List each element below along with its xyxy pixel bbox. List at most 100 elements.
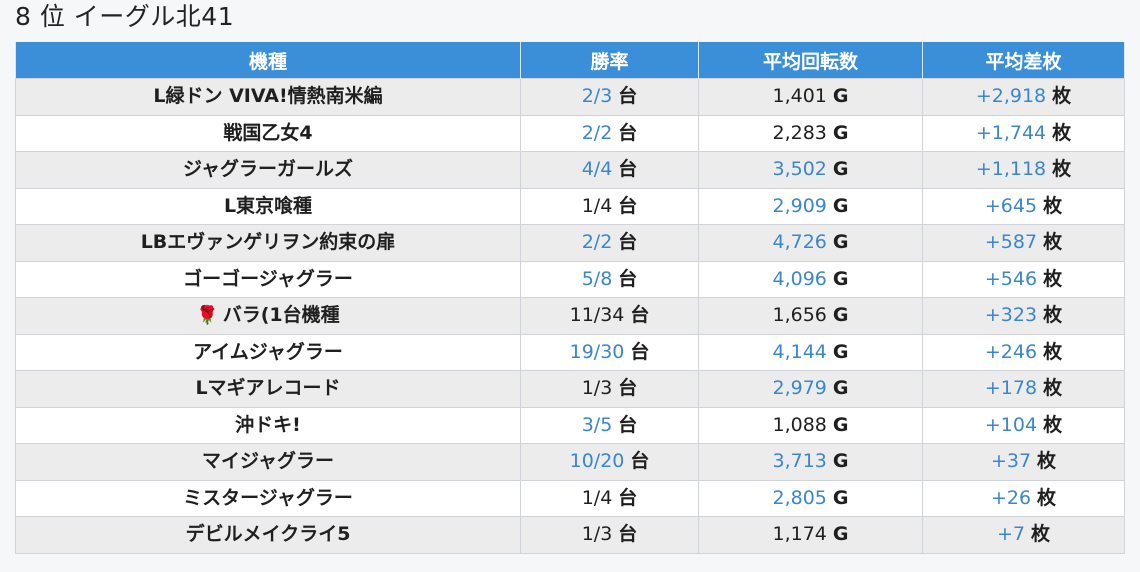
table-row: ゴーゴージャグラー 5/8 台 4,096 G +546 枚 — [15, 260, 1125, 298]
avg-spins-cell: 1,401 G — [698, 78, 923, 116]
table-row: ミスタージャグラー 1/4 台 2,805 G +26 枚 — [15, 479, 1125, 517]
machine-cell: LBエヴァンゲリヲン約束の扉 — [15, 224, 521, 262]
avg-diff-unit: 枚 — [1052, 121, 1072, 144]
machine-name: ゴーゴージャグラー — [183, 267, 353, 290]
avg-spins-cell: 4,726 G — [698, 224, 923, 262]
win-rate-cell: 4/4 台 — [520, 151, 699, 189]
win-rate-value[interactable]: 2/2 — [582, 231, 613, 253]
win-rate-cell: 1/4 台 — [520, 187, 699, 225]
avg-diff-value[interactable]: +587 — [985, 231, 1037, 253]
avg-spins-cell: 4,144 G — [698, 333, 923, 371]
win-rate-cell: 2/2 台 — [520, 224, 699, 262]
win-rate-value[interactable]: 19/30 — [570, 341, 625, 363]
avg-diff-cell: +323 枚 — [922, 297, 1125, 335]
avg-diff-unit: 枚 — [1037, 486, 1057, 509]
machine-cell: L東京喰種 — [15, 187, 521, 225]
avg-diff-unit: 枚 — [1052, 85, 1072, 108]
avg-diff-unit: 枚 — [1043, 340, 1063, 363]
table-row: ジャグラーガールズ 4/4 台 3,502 G +1,118 枚 — [15, 151, 1125, 189]
machine-name: マイジャグラー — [201, 450, 335, 473]
avg-spins-value[interactable]: 4,726 — [772, 231, 826, 253]
avg-diff-unit: 枚 — [1043, 194, 1063, 217]
win-rate-value: 1/4 — [581, 486, 613, 509]
avg-spins-value: 1,174 — [772, 523, 827, 546]
avg-spins-value[interactable]: 4,096 — [772, 268, 826, 290]
avg-diff-cell: +178 枚 — [922, 370, 1125, 408]
avg-spins-unit: G — [832, 304, 849, 327]
machine-name: バラ(1台機種 — [222, 304, 340, 327]
avg-diff-value[interactable]: +178 — [985, 377, 1037, 399]
machine-name: Lマギアレコード — [195, 377, 341, 400]
win-rate-cell: 1/4 台 — [520, 479, 699, 517]
table-row: LBエヴァンゲリヲン約束の扉 2/2 台 4,726 G +587 枚 — [15, 224, 1125, 262]
avg-diff-value[interactable]: +104 — [985, 414, 1037, 436]
avg-diff-value[interactable]: +1,744 — [976, 122, 1046, 144]
machine-name: デビルメイクライ5 — [185, 523, 351, 546]
win-rate-unit: 台 — [618, 158, 638, 181]
avg-spins-unit: G — [832, 450, 849, 473]
avg-diff-value[interactable]: +2,918 — [976, 85, 1046, 107]
avg-spins-cell: 4,096 G — [698, 260, 923, 298]
avg-diff-unit: 枚 — [1043, 231, 1063, 254]
avg-spins-value: 2,283 — [772, 121, 827, 144]
avg-spins-unit: G — [832, 158, 849, 181]
avg-diff-unit: 枚 — [1031, 523, 1051, 546]
win-rate-value[interactable]: 5/8 — [582, 268, 613, 290]
win-rate-value[interactable]: 2/3 — [582, 85, 613, 107]
avg-spins-value: 1,656 — [772, 304, 827, 327]
avg-spins-cell: 1,656 G — [698, 297, 923, 335]
avg-diff-value[interactable]: +26 — [991, 487, 1031, 509]
table-row: Lマギアレコード 1/3 台 2,979 G +178 枚 — [15, 370, 1125, 408]
header-avg-diff: 平均差枚 — [922, 42, 1125, 79]
win-rate-cell: 5/8 台 — [520, 260, 699, 298]
avg-diff-value[interactable]: +546 — [985, 268, 1037, 290]
avg-spins-value[interactable]: 2,979 — [772, 377, 826, 399]
avg-spins-cell: 1,174 G — [698, 516, 923, 554]
win-rate-value[interactable]: 4/4 — [582, 158, 613, 180]
machine-cell: デビルメイクライ5 — [15, 516, 521, 554]
avg-spins-unit: G — [832, 194, 849, 217]
avg-spins-unit: G — [832, 377, 849, 400]
win-rate-cell: 3/5 台 — [520, 406, 699, 444]
win-rate-unit: 台 — [618, 267, 638, 290]
avg-diff-value[interactable]: +645 — [985, 195, 1037, 217]
machine-cell: L緑ドン VIVA!情熱南米編 — [15, 78, 521, 116]
machine-name: LBエヴァンゲリヲン約束の扉 — [140, 231, 396, 254]
avg-spins-value[interactable]: 3,713 — [772, 450, 826, 472]
ranking-table-container: 機種 勝率 平均回転数 平均差枚 L緑ドン VIVA!情熱南米編 2/3 台 1,… — [15, 42, 1125, 554]
win-rate-cell: 11/34 台 — [520, 297, 699, 335]
header-win-rate: 勝率 — [520, 42, 699, 79]
machine-name: ジャグラーガールズ — [182, 158, 354, 181]
win-rate-value[interactable]: 10/20 — [570, 450, 625, 472]
avg-spins-value[interactable]: 2,909 — [772, 195, 826, 217]
avg-spins-value[interactable]: 2,805 — [772, 487, 826, 509]
avg-spins-value[interactable]: 4,144 — [772, 341, 826, 363]
win-rate-unit: 台 — [618, 121, 638, 144]
avg-diff-cell: +1,118 枚 — [922, 151, 1125, 189]
avg-diff-value[interactable]: +323 — [985, 304, 1037, 326]
table-body: L緑ドン VIVA!情熱南米編 2/3 台 1,401 G +2,918 枚 戦国乙女… — [15, 78, 1125, 554]
avg-spins-value: 1,401 — [772, 85, 827, 108]
win-rate-unit: 台 — [618, 85, 638, 108]
avg-diff-cell: +645 枚 — [922, 187, 1125, 225]
avg-spins-unit: G — [832, 85, 849, 108]
avg-spins-value[interactable]: 3,502 — [772, 158, 826, 180]
avg-spins-unit: G — [832, 523, 849, 546]
win-rate-value[interactable]: 2/2 — [582, 122, 613, 144]
avg-diff-value[interactable]: +1,118 — [976, 158, 1046, 180]
avg-spins-cell: 2,805 G — [698, 479, 923, 517]
avg-diff-value[interactable]: +246 — [985, 341, 1037, 363]
machine-cell: ジャグラーガールズ — [15, 151, 521, 189]
machine-cell: ゴーゴージャグラー — [15, 260, 521, 298]
table-row: デビルメイクライ5 1/3 台 1,174 G +7 枚 — [15, 516, 1125, 554]
avg-diff-cell: +546 枚 — [922, 260, 1125, 298]
table-row: 沖ドキ! 3/5 台 1,088 G +104 枚 — [15, 406, 1125, 444]
win-rate-value[interactable]: 3/5 — [582, 414, 613, 436]
avg-spins-cell: 1,088 G — [698, 406, 923, 444]
machine-cell: ミスタージャグラー — [15, 479, 521, 517]
win-rate-unit: 台 — [630, 304, 650, 327]
win-rate-unit: 台 — [618, 194, 638, 217]
avg-diff-cell: +7 枚 — [922, 516, 1125, 554]
avg-diff-value[interactable]: +37 — [991, 450, 1031, 472]
avg-diff-value[interactable]: +7 — [997, 523, 1025, 545]
